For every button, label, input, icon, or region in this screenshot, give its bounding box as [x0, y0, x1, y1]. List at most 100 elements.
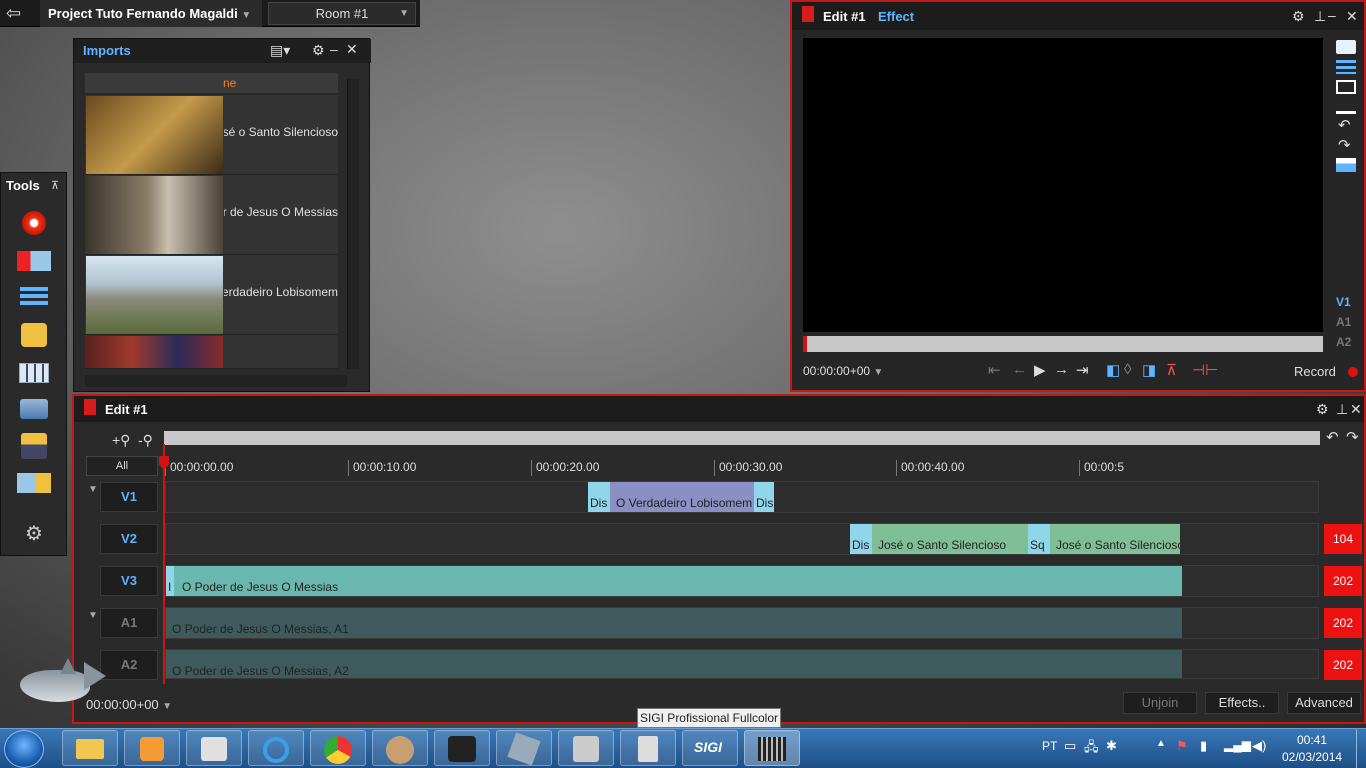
- all-tracks-button[interactable]: All: [86, 456, 158, 476]
- publish-tool-icon[interactable]: [15, 469, 53, 497]
- sigi-icon[interactable]: SIGI: [682, 730, 738, 766]
- exit-icon[interactable]: ⇦: [6, 4, 36, 24]
- horizontal-scrollbar[interactable]: [85, 375, 347, 387]
- keyboard-icon[interactable]: ▭: [1064, 738, 1076, 754]
- battery-icon[interactable]: ▮: [1200, 738, 1207, 754]
- export-tool-icon[interactable]: [15, 431, 53, 459]
- step-back-icon[interactable]: ←: [1012, 361, 1027, 378]
- viewer-scrubber[interactable]: [803, 336, 1323, 352]
- go-to-start-icon[interactable]: ⇤: [988, 361, 1001, 379]
- lift-icon[interactable]: ⊼: [1166, 361, 1177, 379]
- show-hidden-icons-icon[interactable]: ▲: [1156, 738, 1166, 749]
- go-to-end-icon[interactable]: ⇥: [1076, 361, 1089, 379]
- record-button[interactable]: [1348, 367, 1358, 377]
- transition-clip[interactable]: Dis: [850, 524, 872, 554]
- media-player-classic-icon[interactable]: [186, 730, 242, 766]
- layers-tool-icon[interactable]: [15, 395, 53, 423]
- play-icon[interactable]: ▶: [1034, 361, 1046, 379]
- clock-time[interactable]: 00:41: [1297, 733, 1327, 747]
- gear-icon[interactable]: ⚙: [1316, 401, 1329, 418]
- column-header-name[interactable]: ne: [85, 73, 338, 93]
- show-desktop-button[interactable]: [1356, 729, 1366, 768]
- import-tool-icon[interactable]: [15, 247, 53, 275]
- pin-icon[interactable]: ⊥: [1336, 401, 1348, 418]
- zoom-out-icon[interactable]: -⚲: [138, 432, 153, 449]
- video-clip[interactable]: José o Santo Silencioso: [1050, 524, 1180, 554]
- collapse-audio-icon[interactable]: ▼: [88, 610, 98, 621]
- track-label-a1[interactable]: A1: [100, 608, 158, 638]
- playhead-line[interactable]: [163, 444, 165, 684]
- gear-icon[interactable]: ⚙: [312, 42, 325, 59]
- import-item[interactable]: [85, 335, 338, 369]
- wifi-icon[interactable]: ✱: [1106, 738, 1117, 754]
- close-icon[interactable]: ✕: [1346, 8, 1358, 25]
- transition-clip[interactable]: Sq: [1028, 524, 1050, 554]
- track-label-a2[interactable]: A2: [100, 650, 158, 680]
- list-view-icon[interactable]: ▤▾: [270, 42, 290, 59]
- search-tool-icon[interactable]: [15, 321, 53, 349]
- collapse-video-icon[interactable]: ▼: [88, 484, 98, 495]
- video-clip[interactable]: O Poder de Jesus O Messias: [174, 566, 1182, 596]
- redo-icon[interactable]: ↷: [1346, 428, 1359, 446]
- clear-marks-icon[interactable]: ◊: [1124, 361, 1131, 378]
- photo-app-icon[interactable]: [558, 730, 614, 766]
- file-explorer-icon[interactable]: [62, 730, 118, 766]
- volume-icon[interactable]: ◀): [1252, 738, 1266, 754]
- import-item[interactable]: José o Santo Silencioso: [85, 95, 338, 175]
- pin-icon[interactable]: ⊼: [51, 179, 59, 192]
- minimize-icon[interactable]: –: [1328, 7, 1336, 23]
- close-icon[interactable]: ✕: [346, 41, 358, 58]
- track-label-v1[interactable]: V1: [100, 482, 158, 512]
- mark-out-icon[interactable]: ◨: [1142, 361, 1156, 379]
- language-indicator[interactable]: PT: [1042, 739, 1057, 753]
- upload-icon[interactable]: [1336, 158, 1356, 172]
- video-clip[interactable]: O Verdadeiro Lobisomem: [610, 482, 754, 512]
- import-item[interactable]: O Poder de Jesus O Messias: [85, 175, 338, 255]
- close-icon[interactable]: ✕: [1350, 401, 1362, 418]
- timeline-tool-icon[interactable]: [15, 283, 53, 311]
- settings-tool-icon[interactable]: ⚙: [15, 521, 53, 549]
- fullscreen-icon[interactable]: [1336, 100, 1356, 114]
- unjoin-button[interactable]: Unjoin: [1123, 692, 1197, 714]
- record-tool-icon[interactable]: [15, 209, 53, 237]
- fit-icon[interactable]: [1336, 80, 1356, 94]
- advanced-button[interactable]: Advanced: [1287, 692, 1361, 714]
- track-label-v3[interactable]: V3: [100, 566, 158, 596]
- redo-icon[interactable]: ↷: [1338, 136, 1351, 154]
- viewer-timecode[interactable]: 00:00:00+00 ▼: [803, 364, 883, 378]
- media-center-icon[interactable]: [372, 730, 428, 766]
- effects-button[interactable]: Effects..: [1205, 692, 1279, 714]
- project-selector[interactable]: Project Tuto Fernando Magaldi ▼: [40, 0, 262, 27]
- clock-date[interactable]: 02/03/2014: [1282, 750, 1342, 764]
- minimize-icon[interactable]: –: [330, 41, 338, 57]
- undo-icon[interactable]: ↶: [1326, 428, 1339, 446]
- video-clip[interactable]: José o Santo Silencioso: [872, 524, 1028, 554]
- gear-icon[interactable]: ⚙: [1292, 8, 1305, 25]
- tab-effect[interactable]: Effect: [878, 9, 914, 24]
- viewer-track-v1[interactable]: V1: [1336, 295, 1351, 309]
- pin-icon[interactable]: ⊥: [1314, 8, 1326, 25]
- windows-start-button[interactable]: [4, 730, 44, 768]
- internet-explorer-icon[interactable]: [248, 730, 304, 766]
- undo-icon[interactable]: ↶: [1338, 116, 1351, 134]
- action-center-icon[interactable]: ⚑: [1176, 738, 1188, 754]
- audio-clip[interactable]: O Poder de Jesus O Messias, A2: [166, 650, 1182, 678]
- viewer-track-a1[interactable]: A1: [1336, 315, 1351, 329]
- signal-icon[interactable]: ▂▄▆: [1224, 738, 1251, 752]
- timeline-scrollbar[interactable]: [164, 431, 1320, 445]
- list-icon[interactable]: [1336, 60, 1356, 74]
- room-selector[interactable]: Room #1 ▼: [268, 2, 416, 25]
- zoom-in-icon[interactable]: +⚲: [112, 432, 130, 449]
- extract-icon[interactable]: ⊣⊢: [1192, 361, 1218, 379]
- viewer-track-a2[interactable]: A2: [1336, 335, 1351, 349]
- horse-app-icon[interactable]: [434, 730, 490, 766]
- chrome-icon[interactable]: [310, 730, 366, 766]
- step-forward-icon[interactable]: →: [1054, 361, 1069, 378]
- network-icon[interactable]: 🖧: [1084, 738, 1099, 760]
- transition-clip[interactable]: I: [166, 566, 174, 596]
- audio-clip[interactable]: O Poder de Jesus O Messias, A1: [166, 608, 1182, 638]
- calculator-icon[interactable]: [620, 730, 676, 766]
- video-editor-icon[interactable]: [744, 730, 800, 766]
- media-player-icon[interactable]: [124, 730, 180, 766]
- transition-clip[interactable]: Dis: [754, 482, 774, 512]
